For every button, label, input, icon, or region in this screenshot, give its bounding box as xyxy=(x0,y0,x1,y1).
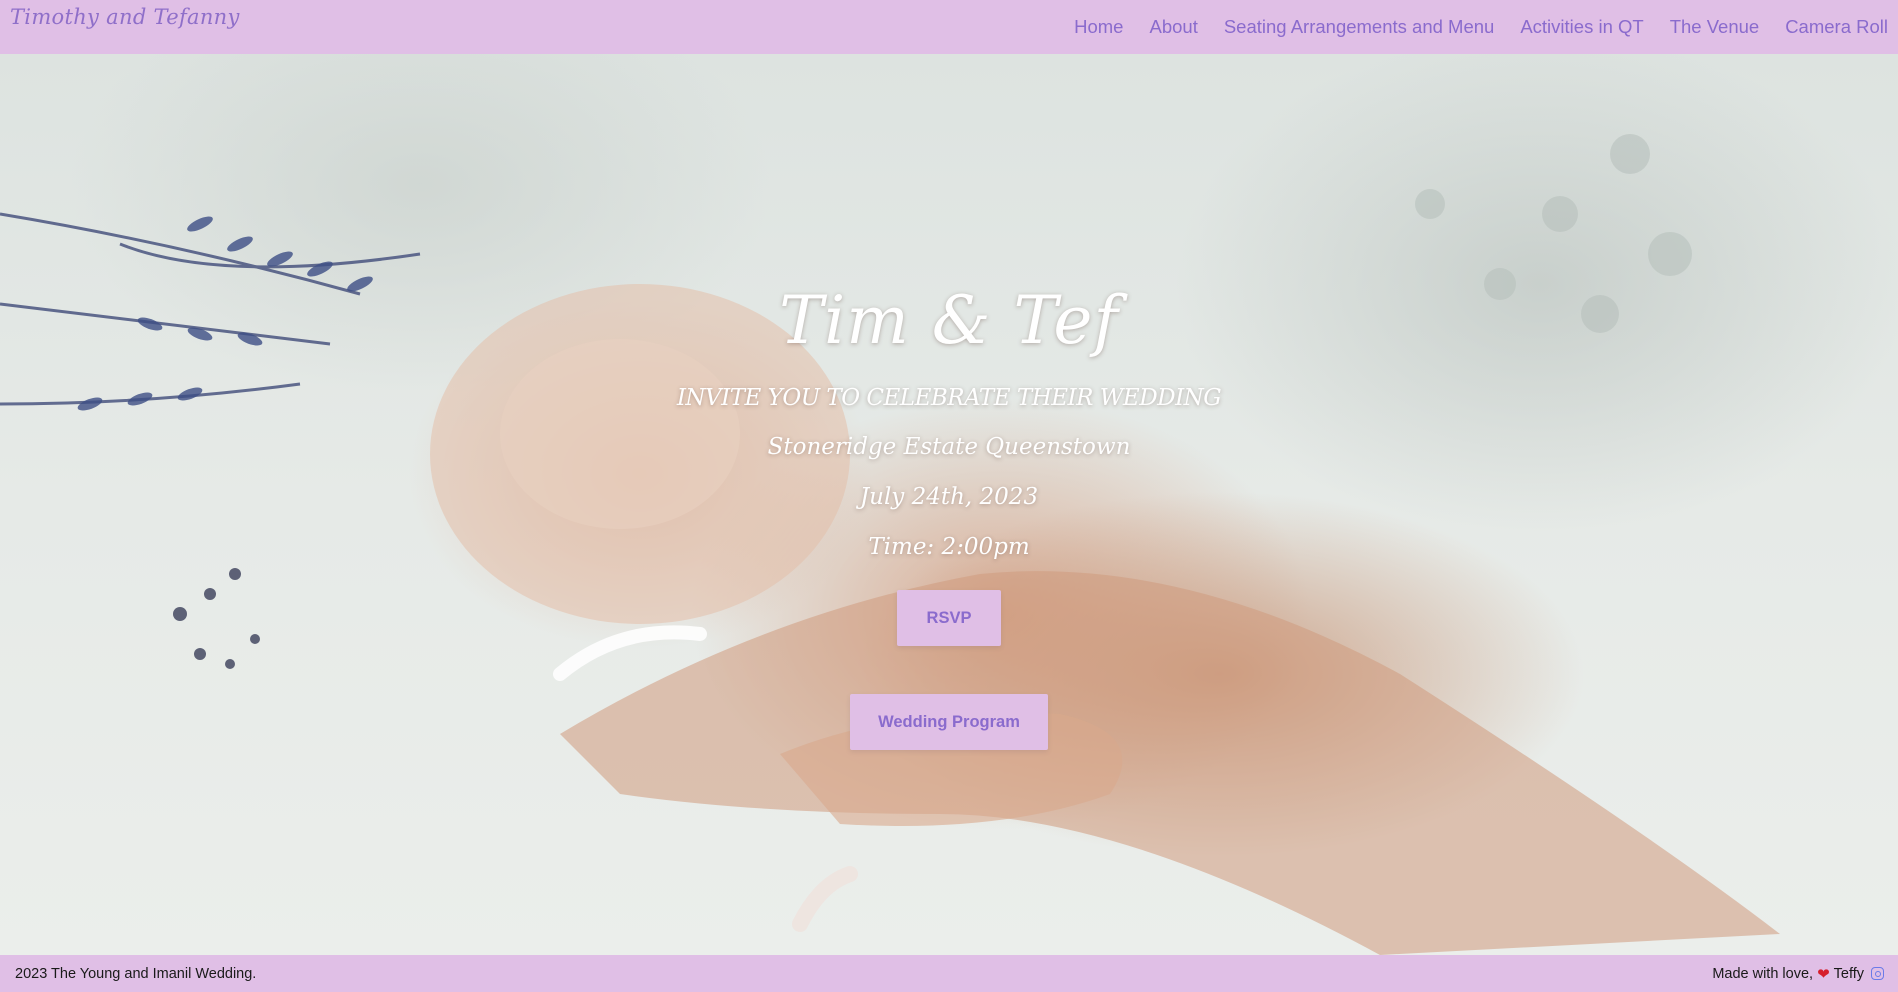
nav-activities[interactable]: Activities in QT xyxy=(1520,16,1643,38)
main-nav: Home About Seating Arrangements and Menu… xyxy=(1074,16,1888,38)
top-navbar: Timothy and Tefanny Home About Seating A… xyxy=(0,0,1898,54)
hero-section: Tim & Tef INVITE YOU TO CELEBRATE THEIR … xyxy=(0,54,1898,955)
rsvp-button[interactable]: RSVP xyxy=(897,590,1001,646)
footer-author: Teffy xyxy=(1833,965,1864,982)
footer: 2023 The Young and Imanil Wedding. Made … xyxy=(0,955,1898,992)
invite-subtitle: INVITE YOU TO CELEBRATE THEIR WEDDING xyxy=(676,385,1222,411)
venue-text: Stoneridge Estate Queenstown xyxy=(767,434,1131,460)
footer-made-with: Made with love, xyxy=(1712,965,1814,982)
brand-logo[interactable]: Timothy and Tefanny xyxy=(10,5,240,29)
nav-venue[interactable]: The Venue xyxy=(1670,16,1760,38)
nav-home[interactable]: Home xyxy=(1074,16,1123,38)
time-text: Time: 2:00pm xyxy=(868,534,1030,560)
instagram-icon[interactable] xyxy=(1871,967,1884,980)
footer-credit: Made with love, ❤ Teffy xyxy=(1712,965,1884,983)
hero-content: Tim & Tef INVITE YOU TO CELEBRATE THEIR … xyxy=(0,54,1898,955)
couple-title: Tim & Tef xyxy=(779,282,1119,359)
footer-copyright: 2023 The Young and Imanil Wedding. xyxy=(15,965,257,982)
nav-seating-menu[interactable]: Seating Arrangements and Menu xyxy=(1224,16,1494,38)
date-text: July 24th, 2023 xyxy=(859,484,1039,510)
heart-icon: ❤ xyxy=(1817,965,1830,983)
nav-camera-roll[interactable]: Camera Roll xyxy=(1785,16,1888,38)
nav-about[interactable]: About xyxy=(1149,16,1197,38)
wedding-program-button[interactable]: Wedding Program xyxy=(850,694,1048,750)
